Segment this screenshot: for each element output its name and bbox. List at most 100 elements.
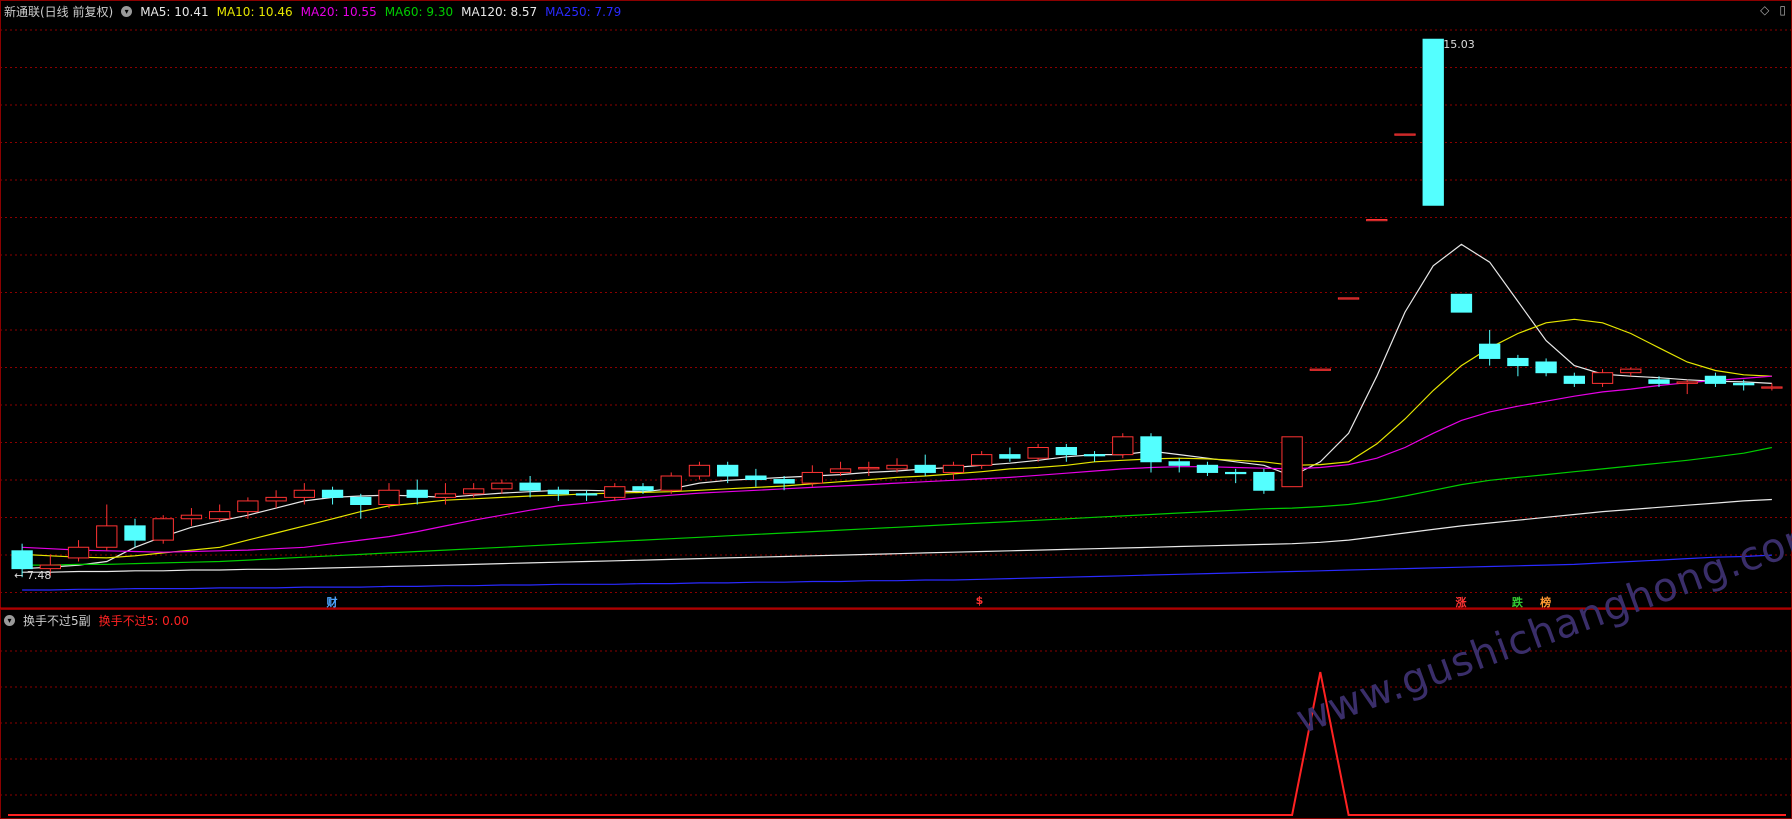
candle[interactable] [1083,451,1106,462]
candle[interactable] [350,493,372,519]
high-price-label: 15.03 [1443,38,1475,51]
candle[interactable] [914,454,936,476]
candle[interactable] [547,486,569,501]
candle[interactable] [604,483,626,501]
candle[interactable] [378,483,400,509]
candle[interactable] [519,476,541,498]
candle[interactable] [237,497,259,519]
candle-body [519,482,541,491]
candle[interactable] [1479,329,1501,366]
candle[interactable] [1225,468,1247,484]
candle-body [1225,471,1247,475]
candle[interactable] [1450,293,1473,313]
candle[interactable] [1620,367,1642,377]
ma60-label: MA60: 9.30 [384,4,454,19]
candle-body [1422,38,1444,206]
candle[interactable] [265,490,287,509]
collapse-icon[interactable]: ▾ [4,615,15,626]
candle[interactable] [67,540,90,562]
candle[interactable] [1140,433,1162,473]
candle-body [96,525,118,548]
candle[interactable] [1563,372,1585,387]
stock-title[interactable]: 新通联(日线 前复权) [4,3,113,20]
candle[interactable] [1422,38,1444,206]
event-marker[interactable]: 涨 [1455,594,1466,610]
candlestick-chart[interactable]: 15.03 ← 7.48 [0,0,1792,609]
indicator-legend: ▾ 换手不过5副 换手不过5: 0.00 [4,612,189,629]
candle-body [491,482,513,490]
candle[interactable] [801,465,823,487]
candle-body [152,518,174,541]
candle[interactable] [1676,379,1698,395]
candle-body [773,479,795,484]
candle[interactable] [745,468,767,487]
price-panel[interactable]: 15.03 ← 7.48 [0,0,1792,609]
candle-body [886,464,908,470]
ma-legend: 新通联(日线 前复权) ▾ MA5: 10.41 MA10: 10.46 MA2… [4,3,621,20]
candle[interactable] [1196,461,1219,476]
candle[interactable] [858,461,880,476]
candle[interactable] [1761,383,1783,391]
candle[interactable] [491,479,513,494]
candle[interactable] [1168,458,1190,473]
candle[interactable] [180,508,203,526]
candle[interactable] [1112,433,1134,459]
candle[interactable] [1281,436,1303,488]
candle[interactable] [406,479,428,505]
window-icon[interactable]: ▯ [1779,3,1786,17]
candle-body [1281,436,1303,488]
candle[interactable] [999,447,1021,462]
candle[interactable] [1253,468,1275,494]
candle-body [1591,372,1614,384]
ma5-label: MA5: 10.41 [140,4,209,19]
candle[interactable] [688,461,711,480]
candle[interactable] [1535,358,1557,377]
candle[interactable] [1704,372,1727,387]
candle-body [1507,357,1529,367]
low-price-label: ← 7.48 [14,569,51,582]
ma-line-ma120 [22,498,1772,573]
candle-body [265,496,287,502]
indicator-title[interactable]: 换手不过5副 [23,612,91,629]
candle[interactable] [575,490,598,501]
candle[interactable] [1055,443,1077,462]
candle[interactable] [660,472,682,494]
candle[interactable] [1394,133,1416,136]
candle[interactable] [1366,219,1388,222]
candle[interactable] [1507,354,1529,377]
candle[interactable] [1309,368,1331,371]
candle[interactable] [96,504,118,551]
candle-body [1394,133,1416,136]
candle-body [1479,343,1501,359]
candle-body [942,464,965,473]
candle-body [1366,219,1388,222]
candle-body [1140,436,1162,463]
candle-body [293,489,315,498]
candle[interactable] [152,515,174,544]
candle-body [999,454,1021,459]
candle-body [378,489,400,505]
candle[interactable] [321,486,344,505]
event-marker[interactable]: 财 [327,594,338,610]
candle-body [1112,436,1134,456]
candle-body [237,500,259,513]
candle[interactable] [942,461,965,480]
indicator-line [8,671,1786,816]
candle-body [829,468,852,473]
candle-body [1761,386,1783,389]
candle-body [124,525,146,541]
candle[interactable] [124,518,146,548]
panel-controls: ◇ ▯ [1760,3,1786,17]
candle-body [1563,375,1585,384]
candle[interactable] [293,483,315,505]
collapse-icon[interactable]: ▾ [121,6,133,17]
diamond-icon[interactable]: ◇ [1760,3,1769,17]
candle-body [1535,361,1557,374]
ma-line-ma250 [22,554,1772,591]
candle-body [1337,297,1360,300]
candle-body [406,489,428,498]
indicator-value: 换手不过5: 0.00 [98,614,189,628]
candle[interactable] [1337,297,1360,300]
event-marker[interactable]: $ [976,594,984,607]
event-marker[interactable]: 跌 [1512,594,1523,610]
